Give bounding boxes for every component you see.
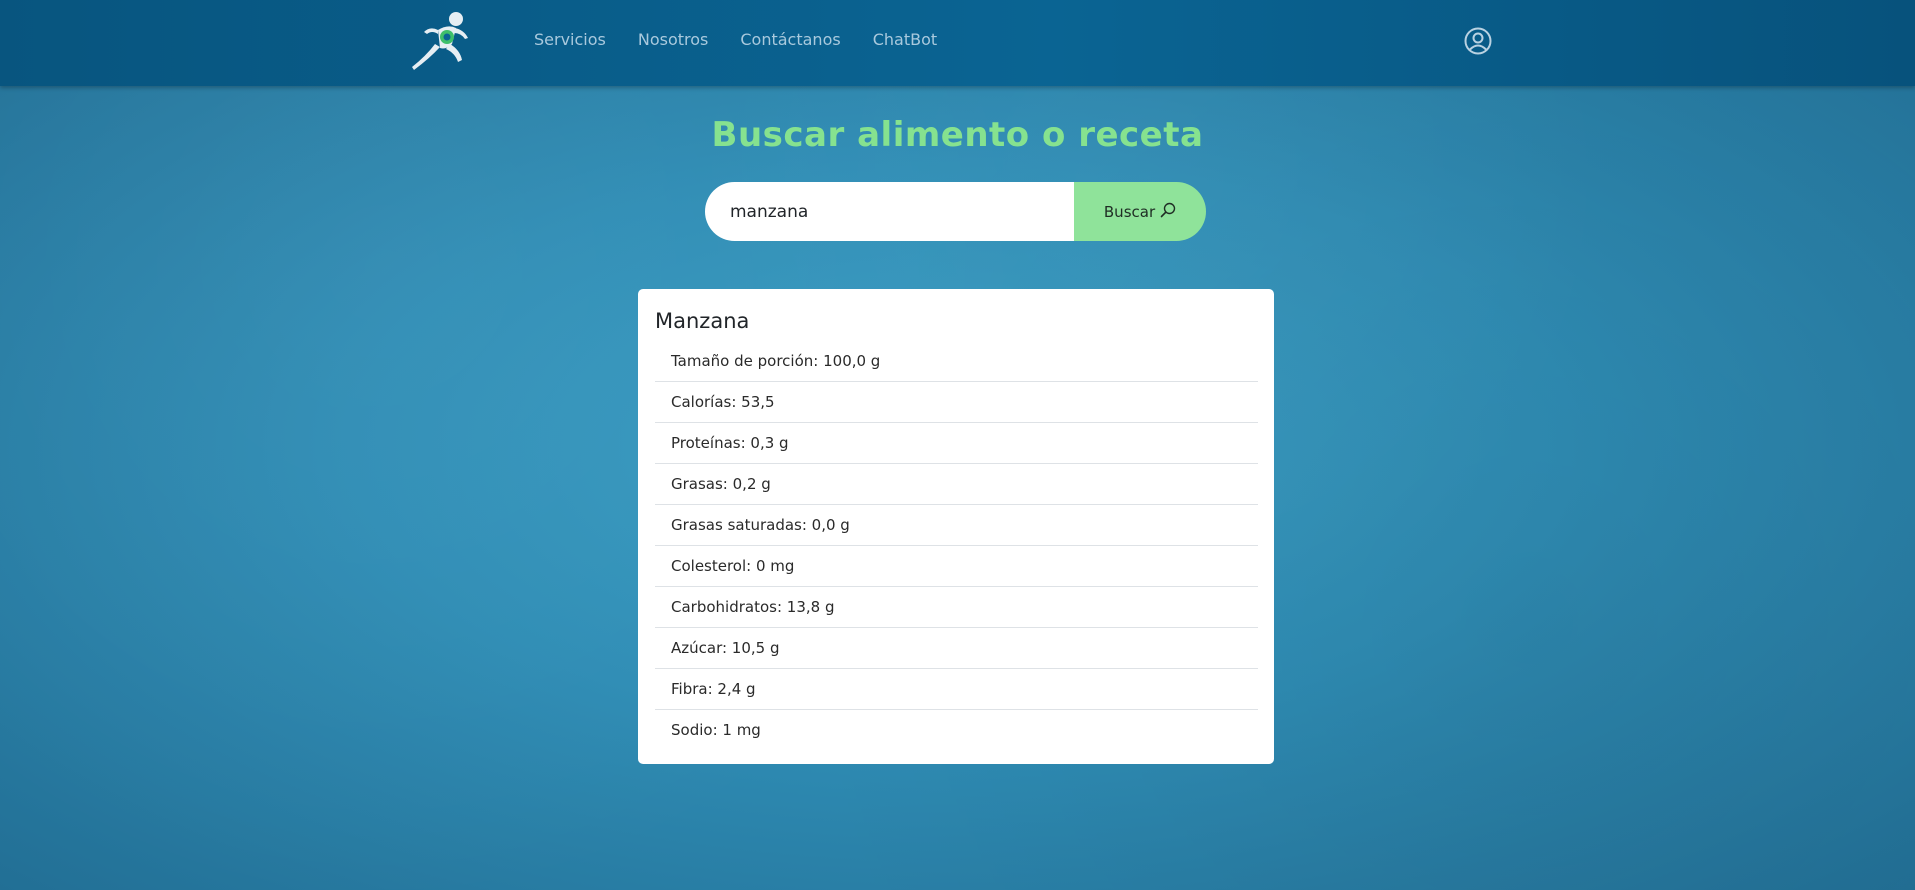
search-bar: Buscar (705, 182, 1206, 241)
food-name: Manzana (655, 309, 750, 333)
nutrient-sodium: Sodio: 1 mg (671, 721, 761, 739)
nutrient-fat: Grasas: 0,2 g (655, 464, 1258, 505)
search-button-label: Buscar (1103, 202, 1156, 221)
nav-link-nosotros[interactable]: Nosotros (638, 30, 709, 49)
nutrient-saturated-fat: Grasas saturadas: 0,0 g (655, 505, 1258, 546)
nutrient-fiber: Fibra: 2,4 g (655, 669, 1258, 710)
nutrient-list: Tamaño de porción: 100,0 g Calorías: 53,… (655, 341, 1258, 750)
result-card: Manzana Tamaño de porción: 100,0 g Calor… (638, 289, 1274, 764)
nav-link-servicios[interactable]: Servicios (534, 30, 606, 49)
navbar: Servicios Nosotros Contáctanos ChatBot (0, 0, 1915, 86)
nutrient-cholesterol: Colesterol: 0 mg (655, 546, 1258, 587)
nutrient-calories: Calorías: 53,5 (655, 382, 1258, 423)
search-input[interactable] (705, 182, 1074, 241)
main-nav: Servicios Nosotros Contáctanos ChatBot (534, 30, 937, 49)
search-icon (1160, 202, 1176, 222)
nav-link-chatbot[interactable]: ChatBot (873, 30, 937, 49)
search-button[interactable]: Buscar (1074, 182, 1206, 241)
nutrient-sugar: Azúcar: 10,5 g (655, 628, 1258, 669)
nutrient-carbohydrates: Carbohidratos: 13,8 g (655, 587, 1258, 628)
user-circle-icon[interactable] (1464, 27, 1492, 55)
nutrient-serving-size: Tamaño de porción: 100,0 g (655, 341, 1258, 382)
nav-link-contactanos[interactable]: Contáctanos (740, 30, 840, 49)
page-title: Buscar alimento o receta (711, 115, 1204, 155)
runner-logo-icon[interactable] (408, 10, 480, 74)
nutrient-protein: Proteínas: 0,3 g (655, 423, 1258, 464)
